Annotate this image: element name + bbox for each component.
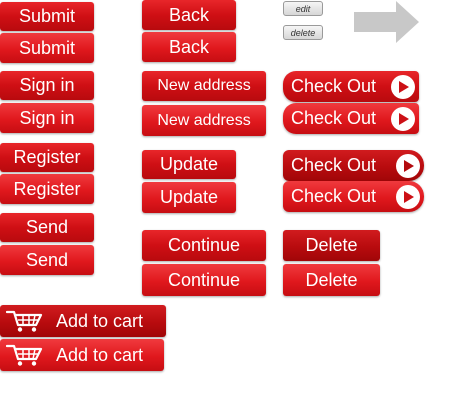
- play-circle-icon: [396, 153, 420, 178]
- check-out-label: Check Out: [291, 108, 377, 128]
- edit-small-button[interactable]: edit: [283, 1, 323, 16]
- check-out-button-pill-hover[interactable]: Check Out: [283, 181, 424, 212]
- update-button[interactable]: Update: [142, 150, 236, 179]
- add-to-cart-label: Add to cart: [56, 344, 144, 365]
- play-circle-icon: [391, 106, 415, 131]
- back-button[interactable]: Back: [142, 0, 236, 30]
- register-button[interactable]: Register: [0, 143, 94, 172]
- update-button-hover[interactable]: Update: [142, 182, 236, 213]
- check-out-button-pill[interactable]: Check Out: [283, 150, 424, 181]
- check-out-label: Check Out: [291, 76, 377, 96]
- delete-button-hover[interactable]: Delete: [283, 264, 380, 296]
- check-out-label: Check Out: [291, 155, 377, 175]
- new-address-button-hover[interactable]: New address: [142, 105, 266, 136]
- continue-button-hover[interactable]: Continue: [142, 264, 266, 296]
- sign-in-button-hover[interactable]: Sign in: [0, 103, 94, 133]
- play-circle-icon: [391, 74, 415, 99]
- check-out-label: Check Out: [291, 186, 377, 206]
- submit-button-hover[interactable]: Submit: [0, 33, 94, 63]
- play-circle-icon: [396, 184, 420, 209]
- sign-in-button[interactable]: Sign in: [0, 71, 94, 100]
- send-button[interactable]: Send: [0, 213, 94, 242]
- register-button-hover[interactable]: Register: [0, 174, 94, 204]
- continue-button[interactable]: Continue: [142, 230, 266, 261]
- delete-button[interactable]: Delete: [283, 230, 380, 261]
- add-to-cart-button[interactable]: Add to cart: [0, 305, 166, 337]
- check-out-button-hover[interactable]: Check Out: [283, 103, 419, 134]
- submit-button[interactable]: Submit: [0, 2, 94, 31]
- add-to-cart-label: Add to cart: [56, 310, 144, 331]
- send-button-hover[interactable]: Send: [0, 245, 94, 275]
- check-out-button[interactable]: Check Out: [283, 71, 419, 102]
- delete-small-button[interactable]: delete: [283, 25, 323, 40]
- shopping-cart-icon: [6, 310, 43, 332]
- arrow-right-icon[interactable]: [354, 0, 420, 44]
- new-address-button[interactable]: New address: [142, 71, 266, 101]
- shopping-cart-icon: [6, 344, 43, 366]
- back-button-hover[interactable]: Back: [142, 32, 236, 62]
- add-to-cart-button-hover[interactable]: Add to cart: [0, 339, 164, 371]
